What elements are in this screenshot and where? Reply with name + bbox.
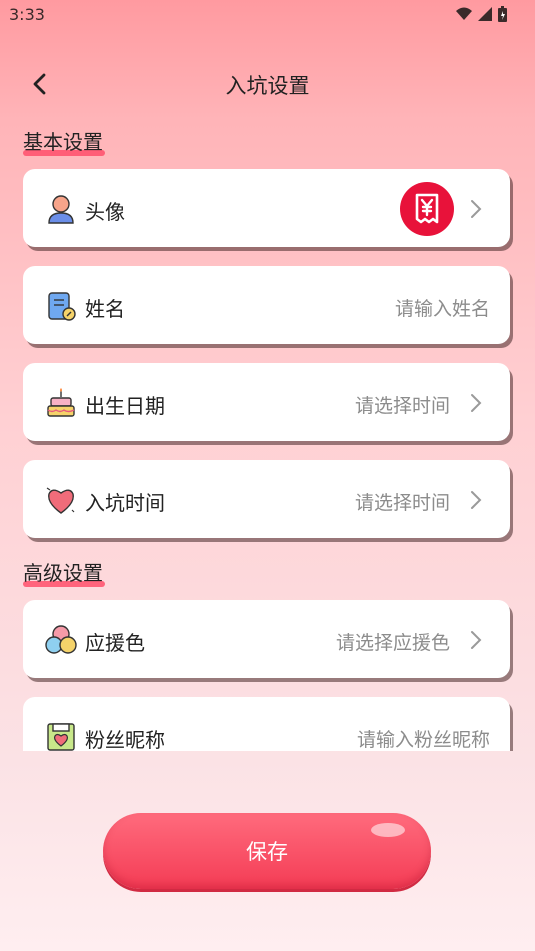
section-title-advanced-text: 高级设置 <box>23 561 103 585</box>
row-name-label: 姓名 <box>85 297 125 321</box>
button-shine <box>371 823 405 837</box>
row-support-color-label: 应援色 <box>85 631 145 655</box>
id-card-icon <box>48 292 76 321</box>
chevron-right-icon <box>471 394 482 412</box>
cake-icon <box>47 388 75 417</box>
support-color-value: 请选择应援色 <box>335 632 450 654</box>
row-avatar[interactable]: 头像 <box>23 169 510 247</box>
scroll-area[interactable]: 基本设置 头像 姓名 请输入姓名 出生日期 请选择时间 入坑时间 请选择时间 高… <box>0 0 535 751</box>
join-time-value: 请选择时间 <box>354 492 450 514</box>
section-title-basic-text: 基本设置 <box>23 130 103 154</box>
row-support-color[interactable]: 应援色 请选择应援色 <box>23 600 510 678</box>
row-birthday-label: 出生日期 <box>85 394 165 418</box>
heart-icon <box>46 487 75 514</box>
section-title-advanced: 高级设置 <box>23 557 105 587</box>
row-birthday[interactable]: 出生日期 请选择时间 <box>23 363 510 441</box>
row-avatar-label: 头像 <box>85 200 125 224</box>
chevron-right-icon <box>471 631 482 649</box>
chevron-right-icon <box>471 200 482 218</box>
save-button[interactable]: 保存 <box>103 813 431 889</box>
section-title-basic: 基本设置 <box>23 126 105 156</box>
color-circles-icon <box>45 625 77 654</box>
save-button-label: 保存 <box>246 840 288 864</box>
name-input[interactable]: 请输入姓名 <box>395 294 490 321</box>
chevron-right-icon <box>471 491 482 509</box>
row-join-time[interactable]: 入坑时间 请选择时间 <box>23 460 510 538</box>
row-join-time-label: 入坑时间 <box>85 491 165 515</box>
heart-note-icon <box>47 723 75 751</box>
avatar-image[interactable] <box>400 182 454 236</box>
user-icon <box>48 195 74 224</box>
row-fan-nickname-label: 粉丝昵称 <box>85 728 165 751</box>
fan-nickname-input[interactable]: 请输入粉丝昵称 <box>357 725 490 751</box>
row-name[interactable]: 姓名 请输入姓名 <box>23 266 510 344</box>
birthday-value: 请选择时间 <box>354 395 450 417</box>
yen-receipt-icon <box>415 193 439 224</box>
row-fan-nickname[interactable]: 粉丝昵称 请输入粉丝昵称 <box>23 697 510 751</box>
